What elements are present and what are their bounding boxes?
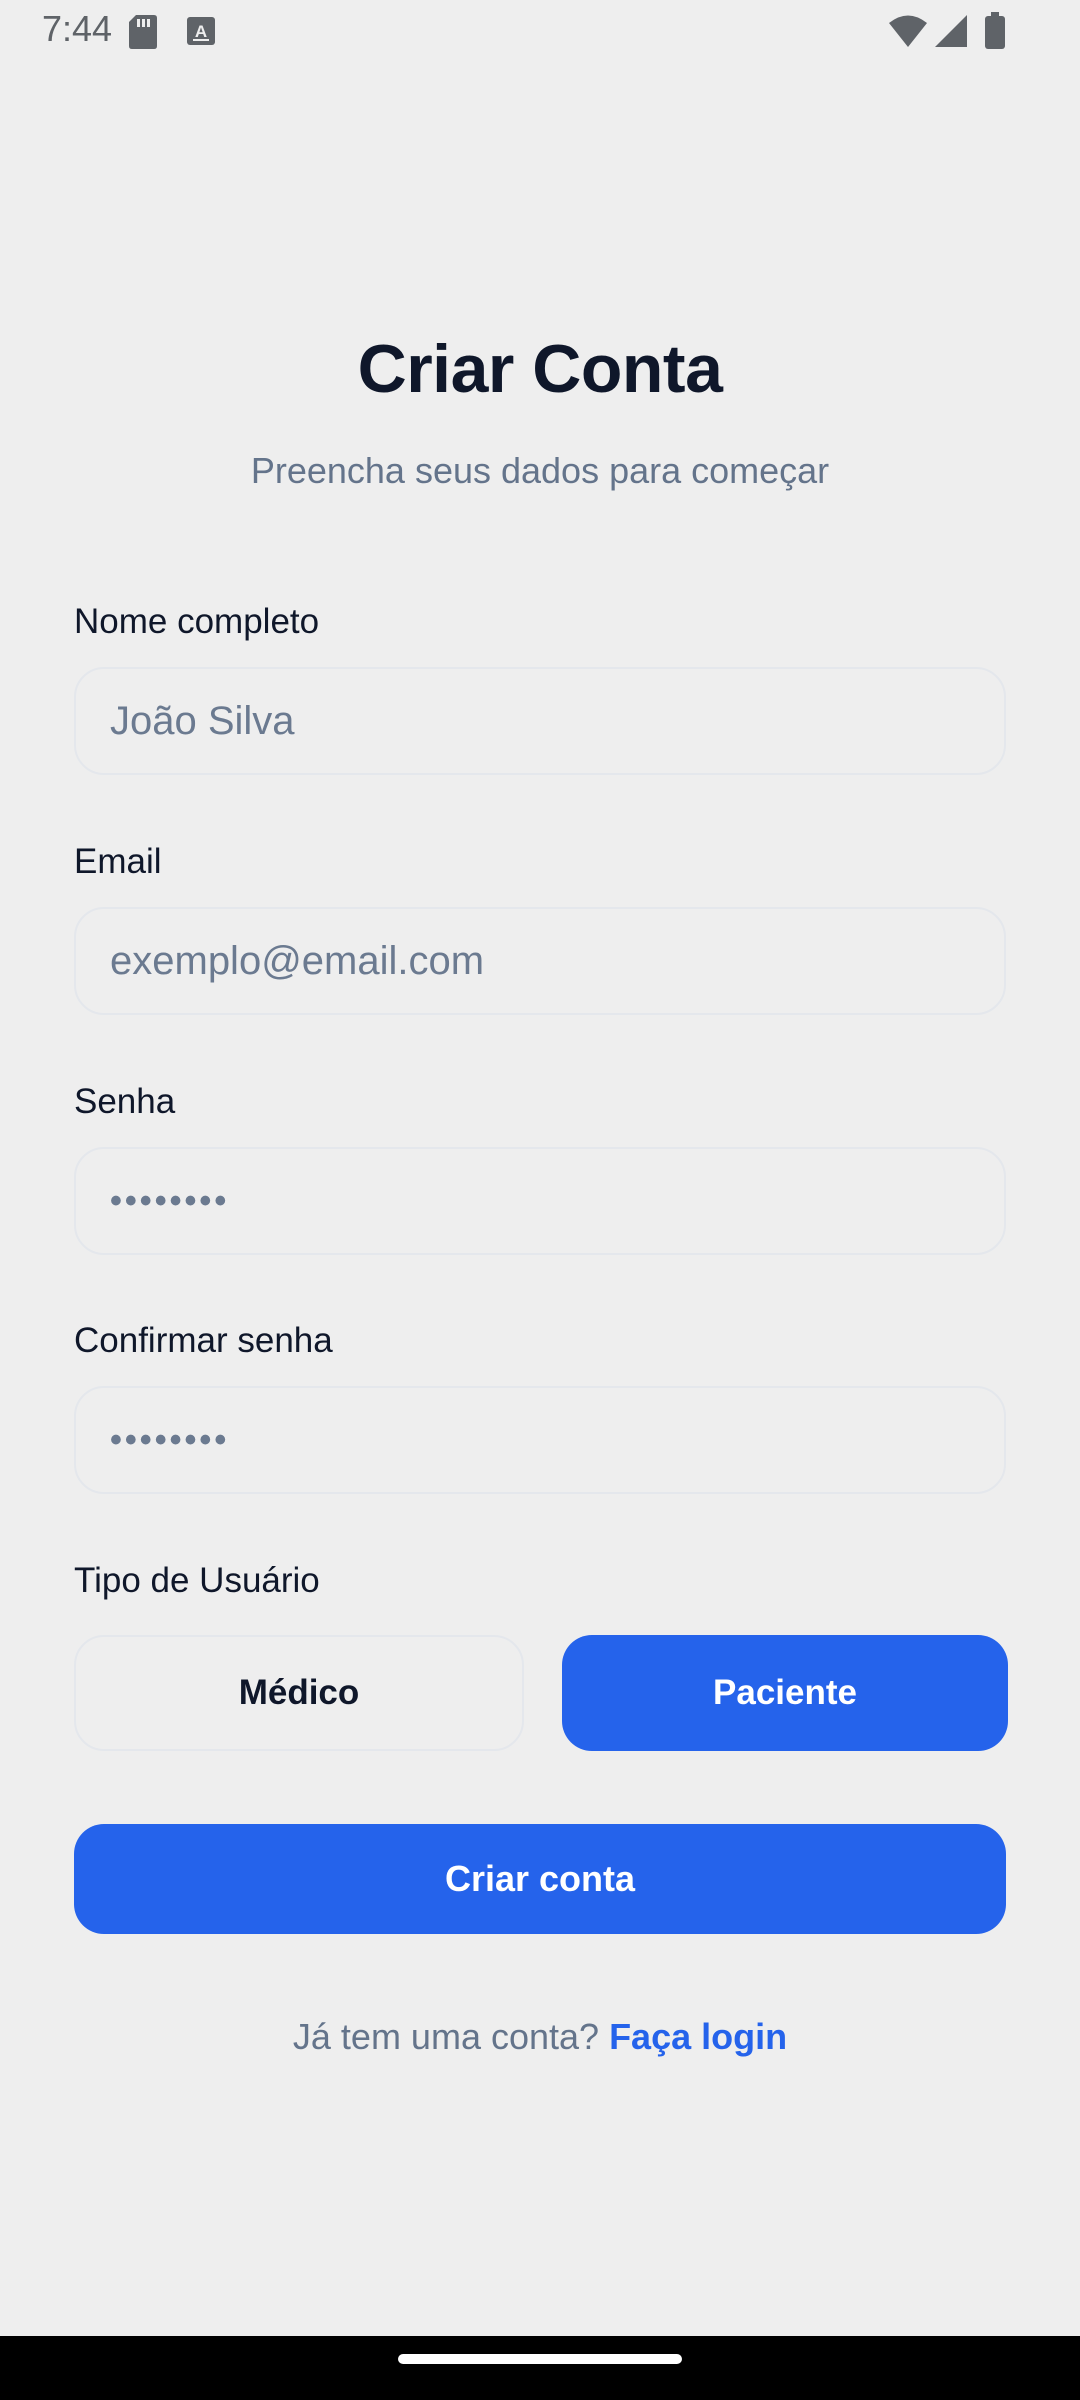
- login-prompt-text: Já tem uma conta?: [292, 2016, 610, 2057]
- page-title: Criar Conta: [357, 331, 723, 407]
- status-time: 7:44: [42, 8, 113, 49]
- email-label: Email: [74, 842, 162, 881]
- page-subtitle: Preencha seus dados para começar: [250, 450, 830, 491]
- svg-text:A: A: [195, 22, 207, 41]
- name-label: Nome completo: [74, 602, 320, 641]
- create-account-button[interactable]: Criar conta: [74, 1824, 1006, 1934]
- email-input[interactable]: [74, 907, 1006, 1015]
- confirm-password-label: Confirmar senha: [74, 1321, 333, 1360]
- signup-screen: 7:44 A Criar Conta Preencha seus dados p…: [0, 0, 1080, 2400]
- login-link[interactable]: Faça login: [609, 2016, 787, 2057]
- user-type-medico-button[interactable]: Médico: [74, 1635, 524, 1751]
- password-label: Senha: [74, 1082, 176, 1121]
- sd-card-icon: [128, 14, 158, 55]
- cell-signal-icon: [934, 14, 968, 53]
- password-placeholder: ••••••••: [110, 1182, 230, 1220]
- battery-icon: [984, 12, 1006, 55]
- confirm-password-placeholder: ••••••••: [110, 1421, 230, 1459]
- user-type-label: Tipo de Usuário: [74, 1561, 320, 1600]
- name-input[interactable]: [74, 667, 1006, 775]
- status-bar: 7:44 A: [0, 0, 1080, 62]
- login-prompt: Já tem uma conta? Faça login: [0, 2016, 1080, 2058]
- keyboard-a-icon: A: [186, 16, 216, 51]
- user-type-paciente-button[interactable]: Paciente: [562, 1635, 1008, 1751]
- home-gesture-handle[interactable]: [398, 2354, 682, 2364]
- wifi-icon: [888, 14, 928, 53]
- navigation-bar: [0, 2336, 1080, 2400]
